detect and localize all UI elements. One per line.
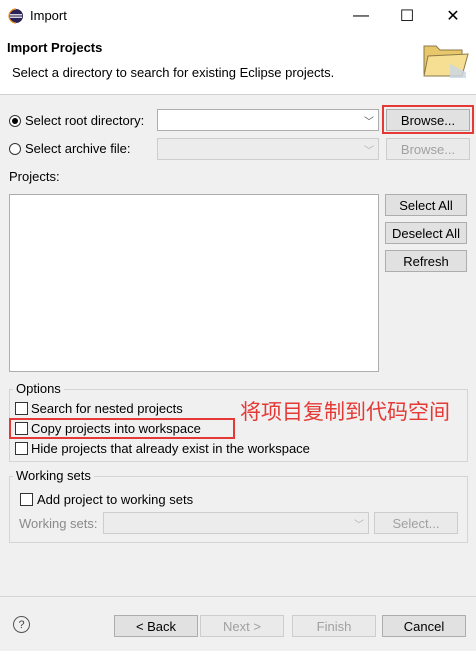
deselect-all-button[interactable]: Deselect All — [385, 222, 467, 244]
search-nested-checkbox[interactable] — [15, 402, 28, 415]
minimize-icon: — — [353, 6, 369, 24]
projects-list[interactable] — [9, 194, 379, 372]
page-description: Select a directory to search for existin… — [12, 65, 335, 80]
root-directory-combo[interactable]: ﹀ — [157, 109, 379, 131]
maximize-button[interactable]: ☐ — [384, 0, 430, 31]
copy-into-workspace-label: Copy projects into workspace — [31, 421, 201, 436]
chevron-down-icon: ﹀ — [364, 117, 374, 128]
hide-existing-label: Hide projects that already exist in the … — [31, 441, 310, 456]
minimize-button[interactable]: — — [338, 0, 384, 31]
finish-button[interactable]: Finish — [292, 615, 376, 637]
back-button[interactable]: < Back — [114, 615, 198, 637]
select-all-button[interactable]: Select All — [385, 194, 467, 216]
next-button[interactable]: Next > — [200, 615, 284, 637]
hide-existing-checkbox[interactable] — [15, 442, 28, 455]
working-sets-combo[interactable]: ﹀ — [103, 512, 369, 534]
maximize-icon: ☐ — [399, 7, 415, 25]
footer-divider — [0, 596, 476, 597]
working-sets-label: Working sets: — [19, 516, 98, 531]
archive-file-combo[interactable]: ﹀ — [157, 138, 379, 160]
select-working-sets-button[interactable]: Select... — [374, 512, 458, 534]
page-title: Import Projects — [7, 40, 103, 55]
archive-file-label: Select archive file: — [25, 141, 131, 156]
add-to-working-sets-label: Add project to working sets — [37, 492, 194, 507]
cancel-button[interactable]: Cancel — [382, 615, 466, 637]
root-directory-radio[interactable] — [9, 115, 21, 127]
chevron-down-icon: ﹀ — [364, 146, 374, 157]
search-nested-label: Search for nested projects — [31, 401, 183, 416]
eclipse-logo-icon — [8, 8, 23, 24]
browse-archive-button[interactable]: Browse... — [386, 138, 470, 160]
options-title: Options — [13, 381, 64, 396]
archive-file-radio[interactable] — [9, 143, 21, 155]
annotation-text: 将项目复制到代码空间 — [240, 400, 450, 424]
help-icon[interactable]: ? — [13, 616, 30, 633]
copy-into-workspace-checkbox[interactable] — [15, 422, 28, 435]
refresh-button[interactable]: Refresh — [385, 250, 467, 272]
close-icon: ✕ — [446, 7, 460, 25]
window-title: Import — [30, 8, 67, 23]
folder-wizard-icon — [423, 45, 469, 78]
browse-button[interactable]: Browse... — [386, 109, 470, 131]
close-button[interactable]: ✕ — [430, 0, 476, 31]
projects-label: Projects: — [9, 169, 60, 184]
root-directory-label: Select root directory: — [25, 113, 145, 128]
add-to-working-sets-checkbox[interactable] — [20, 493, 33, 506]
working-sets-title: Working sets — [13, 468, 94, 483]
chevron-down-icon: ﹀ — [354, 520, 364, 531]
